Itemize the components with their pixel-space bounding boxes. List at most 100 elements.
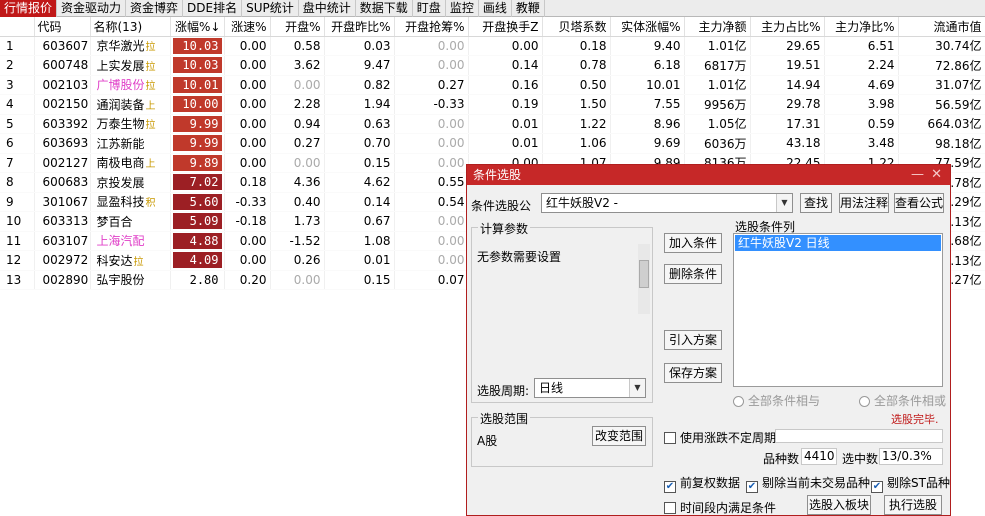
column-header[interactable]: 主力占比% xyxy=(750,17,825,37)
table-row[interactable]: 3 002103 广博股份拉 10.01 0.00 0.00 0.82 0.27 0.16 0.5… xyxy=(0,75,985,95)
cell-cap: 98.18亿 xyxy=(898,133,985,154)
fq-checkbox[interactable]: ✔ 前复权数据 xyxy=(664,474,740,493)
time-label: 时间段内满足条件 xyxy=(680,501,777,515)
change-scope-button[interactable]: 改变范围 xyxy=(592,426,646,446)
run-selection-button[interactable]: 执行选股 xyxy=(884,495,942,515)
view-formula-button[interactable]: 查看公式 xyxy=(894,193,944,213)
cell-speed: 0.00 xyxy=(224,231,271,251)
condition-list[interactable]: 红牛妖股V2 日线 xyxy=(733,233,943,387)
stock-name-cell: 万泰生物拉 xyxy=(90,114,171,134)
table-row[interactable]: 5 603392 万泰生物拉 9.99 0.00 0.94 0.63 0.00 0.01 1.22… xyxy=(0,114,985,134)
period-select[interactable]: 日线 ▼ xyxy=(534,378,646,398)
table-row[interactable]: 6 603693 江苏新能 9.99 0.00 0.27 0.70 0.00 0.01 1.06 9… xyxy=(0,133,985,154)
radio-or[interactable]: 全部条件相或 xyxy=(859,392,946,409)
tab-6[interactable]: 数据下载 xyxy=(356,0,413,17)
column-header[interactable]: 主力净额 xyxy=(684,17,751,37)
cell-grab: 0.00 xyxy=(394,211,469,232)
formula-select-value: 红牛妖股V2 - xyxy=(546,196,618,210)
add-condition-button[interactable]: 加入条件 xyxy=(664,233,722,253)
table-row[interactable]: 4 002150 通润装备上 10.00 0.00 2.28 1.94 -0.33 0.19 1.… xyxy=(0,94,985,115)
change-pct-cell: 10.00 xyxy=(170,94,225,115)
tab-4[interactable]: SUP统计 xyxy=(242,0,299,17)
stock-name: 万泰生物 xyxy=(96,117,145,132)
column-header[interactable]: 流通市值 xyxy=(898,17,985,37)
fq-label: 前复权数据 xyxy=(680,476,741,490)
count-label: 品种数 xyxy=(763,452,800,466)
tab-0[interactable]: 行情报价 xyxy=(0,0,58,17)
stock-name: 显盈科技 xyxy=(96,195,145,210)
tab-10[interactable]: 教鞭 xyxy=(512,0,545,17)
cell-grab: 0.00 xyxy=(394,55,469,76)
tab-5[interactable]: 盘中统计 xyxy=(299,0,356,17)
dialog-titlebar[interactable]: 条件选股 — ✕ xyxy=(467,165,950,185)
column-header[interactable]: 开盘抢筹% xyxy=(394,17,469,37)
tab-3[interactable]: DDE排名 xyxy=(183,0,243,17)
stock-tag: 上 xyxy=(145,100,156,112)
column-header[interactable]: 涨幅%↓ xyxy=(170,17,225,37)
condition-list-item[interactable]: 红牛妖股V2 日线 xyxy=(735,235,941,251)
import-plan-button[interactable]: 引入方案 xyxy=(664,330,722,350)
cell-open_prev: 0.03 xyxy=(324,36,395,56)
cell-netratio: 6.51 xyxy=(824,36,899,56)
stock-name-cell: 上实发展拉 xyxy=(90,55,171,76)
stock-name-cell: 南极电商上 xyxy=(90,153,171,173)
row-index: 9 xyxy=(0,192,35,212)
notrade-checkbox[interactable]: ✔ 剔除当前未交易品种 xyxy=(746,474,870,493)
cell-beta: 0.78 xyxy=(542,55,611,76)
params-scrollbar[interactable] xyxy=(638,244,650,314)
change-pct-cell: 10.03 xyxy=(170,36,225,56)
time-checkbox[interactable]: 时间段内满足条件 xyxy=(664,499,776,516)
st-checkbox[interactable]: ✔ 剔除ST品种 xyxy=(871,474,950,493)
tab-8[interactable]: 监控 xyxy=(446,0,479,17)
cell-netratio: 3.98 xyxy=(824,94,899,115)
cell-netratio: 2.24 xyxy=(824,55,899,76)
cell-cap: 72.86亿 xyxy=(898,55,985,76)
selected-value: 13/0.3% xyxy=(879,448,943,465)
tab-2[interactable]: 资金博弈 xyxy=(126,0,184,17)
tab-9[interactable]: 画线 xyxy=(479,0,512,17)
to-block-button[interactable]: 选股入板块 xyxy=(807,495,871,515)
stock-name-cell: 弘宇股份 xyxy=(90,270,171,290)
usage-notes-button[interactable]: 用法注释 xyxy=(839,193,889,213)
use-period-label: 使用涨跌不定周期 xyxy=(680,431,777,445)
column-header[interactable]: 主力净比% xyxy=(824,17,899,37)
column-header[interactable]: 贝塔系数 xyxy=(542,17,611,37)
close-icon[interactable]: ✕ xyxy=(931,165,942,185)
column-header[interactable]: 开盘% xyxy=(270,17,325,37)
selected-label: 选中数 xyxy=(842,452,879,466)
use-period-checkbox[interactable]: 使用涨跌不定周期 xyxy=(664,429,776,446)
tab-7[interactable]: 盯盘 xyxy=(413,0,446,17)
period-select-value: 日线 xyxy=(539,381,564,395)
find-button[interactable]: 查找 xyxy=(800,193,832,213)
tab-1[interactable]: 资金驱动力 xyxy=(57,0,127,17)
change-pct-value: 10.03 xyxy=(172,37,222,54)
column-header[interactable]: 开盘换手Z xyxy=(468,17,543,37)
cell-cap: 31.07亿 xyxy=(898,75,985,95)
formula-select[interactable]: 红牛妖股V2 - ▼ xyxy=(541,193,793,213)
column-header[interactable]: 开盘昨比% xyxy=(324,17,395,37)
column-header[interactable]: 涨速% xyxy=(224,17,271,37)
save-plan-button[interactable]: 保存方案 xyxy=(664,363,722,383)
stock-name-cell: 通润装备上 xyxy=(90,94,171,115)
stock-name: 上实发展 xyxy=(96,58,145,73)
chevron-down-icon[interactable]: ▼ xyxy=(629,379,645,397)
period-input[interactable] xyxy=(775,429,943,443)
stock-tag: 拉 xyxy=(145,81,156,93)
stock-code: 600748 xyxy=(34,55,91,76)
table-row[interactable]: 2 600748 上实发展拉 10.03 0.00 3.62 9.47 0.00 0.14 0.7… xyxy=(0,55,985,76)
column-header[interactable]: 名称(13) xyxy=(90,17,171,37)
cell-net: 1.01亿 xyxy=(684,36,751,56)
cell-open: 0.00 xyxy=(270,75,325,95)
check-icon: ✔ xyxy=(664,481,676,493)
cell-turn: 0.16 xyxy=(468,75,543,95)
delete-condition-button[interactable]: 删除条件 xyxy=(664,264,722,284)
column-header[interactable]: 实体涨幅% xyxy=(610,17,685,37)
minimize-icon[interactable]: — xyxy=(911,165,924,185)
radio-and[interactable]: 全部条件相与 xyxy=(733,392,820,409)
column-header[interactable]: 代码 xyxy=(34,17,91,37)
cell-grab: 0.00 xyxy=(394,133,469,154)
table-row[interactable]: 1 603607 京华激光拉 10.03 0.00 0.58 0.03 0.00 0.00 0.1… xyxy=(0,36,985,56)
row-index: 13 xyxy=(0,270,35,290)
column-header[interactable] xyxy=(0,17,35,37)
chevron-down-icon[interactable]: ▼ xyxy=(776,194,792,212)
